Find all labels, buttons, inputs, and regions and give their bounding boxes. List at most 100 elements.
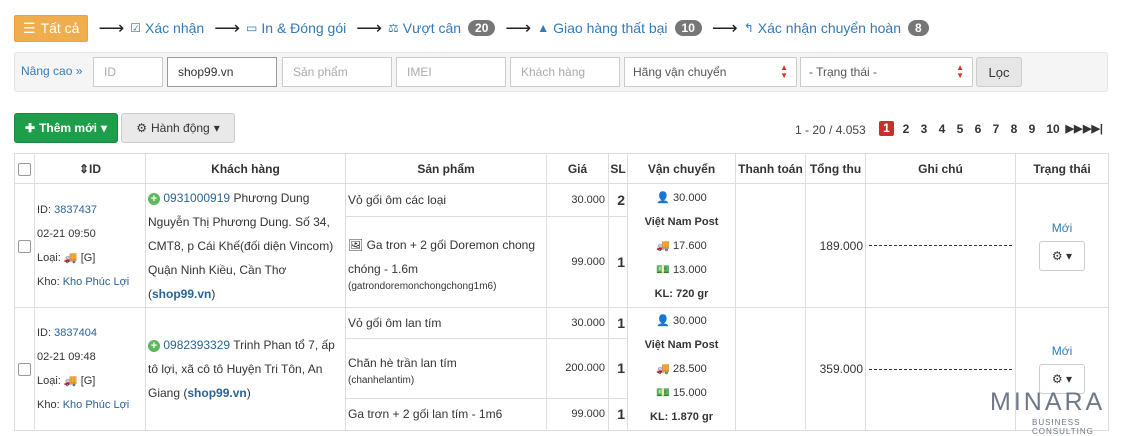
add-circle-icon[interactable]: + [148,340,160,352]
carrier-name: Việt Nam Post [644,215,719,228]
store-link[interactable]: Kho Phúc Lợi [63,276,130,288]
step-label: In & Đóng gói [261,20,347,36]
id-label: ID: [37,327,52,339]
header-customer: Khách hàng [145,153,346,184]
step-print-pack[interactable]: ▭ In & Đóng gói [246,20,346,36]
store-label: Kho: [37,399,60,411]
row-checkbox[interactable] [18,239,31,253]
status-select[interactable]: - Trạng thái - ▲ ▼ [800,57,973,87]
add-new-label: Thêm mới [39,121,97,135]
cod-fee: 13.000 [673,263,707,276]
user-icon: 👤 [656,191,670,204]
type-label: Loại: [37,251,61,264]
status-link[interactable]: Mới [1017,344,1107,358]
note-cell[interactable] [865,183,1016,308]
menu-icon: ☰ [23,19,36,36]
page-link[interactable]: 4 [933,122,951,136]
add-new-button[interactable]: ✚ Thêm mới ▾ [14,113,118,143]
store-link[interactable]: Kho Phúc Lợi [63,399,130,411]
all-orders-button[interactable]: ☰ Tất cả [14,14,89,42]
qty-cell: 1 [608,216,628,308]
customer-phone-link[interactable]: 0982393329 [163,338,230,352]
page-link-active[interactable]: 1 [879,121,894,136]
table-row: ID: 3837437 02-21 09:50 Loại: 🚚 [G] Kho:… [14,183,1109,308]
header-qty: SL [608,153,628,184]
header-id[interactable]: ⇕ID [34,153,146,184]
order-id-link[interactable]: 3837437 [54,204,97,216]
payment-cell [735,183,806,308]
status-cell: Mới ⚙ ▾ [1015,183,1109,308]
customer-name: Phương Dung [233,190,310,205]
row-checkbox[interactable] [18,363,31,377]
header-total: Tổng thu [805,153,866,184]
order-info-cell: ID: 3837437 02-21 09:50 Loại: 🚚 [G] Kho:… [34,183,146,308]
last-page-icon[interactable]: ▶▶| [1083,122,1103,135]
user-icon: 👤 [656,315,670,327]
advanced-label: Nâng cao [21,64,73,78]
id-input[interactable] [93,57,163,87]
price-cell: 30.000 [546,306,609,340]
carrier-name: Việt Nam Post [644,339,719,351]
shop-link[interactable]: shop99.vn [152,287,211,301]
note-editable-line[interactable] [869,368,1012,370]
page-link[interactable]: 9 [1023,122,1041,136]
double-chevron-down-icon: » [75,64,83,78]
header-id-label: ID [89,161,102,176]
row-actions-button[interactable]: ⚙ ▾ [1039,240,1085,271]
product-name: Vỏ gối ôm lan tím [348,316,442,331]
page-link[interactable]: 5 [951,122,969,136]
page-link[interactable]: 2 [897,122,915,136]
actions-dropdown-button[interactable]: ⚙ Hành động ▾ [121,113,235,143]
customer-phone-link[interactable]: 0931000919 [163,191,230,205]
page-link[interactable]: 7 [987,122,1005,136]
select-all-header [14,153,35,184]
shop-link[interactable]: shop99.vn [187,386,246,400]
status-link[interactable]: Mới [1017,221,1107,235]
image-icon[interactable]: 🖼 [348,238,363,252]
id-label: ID: [37,203,52,216]
page-link[interactable]: 3 [915,122,933,136]
select-all-checkbox[interactable] [18,162,31,176]
gear-icon: ⚙ [1051,248,1063,263]
order-type: [G] [80,251,96,264]
total-cell: 189.000 [805,183,866,308]
shop-input[interactable] [167,57,277,87]
product-cell: Ga trơn + 2 gối lan tím - 1m6 [345,397,547,432]
product-input[interactable] [282,57,392,87]
page-link[interactable]: 8 [1005,122,1023,136]
product-name: Chăn hè trần lan tím [348,355,457,370]
pagination: 1 2 3 4 5 6 7 8 9 10 ▶▶ ▶▶| [879,121,1103,136]
order-id-link[interactable]: 3837404 [54,327,97,339]
header-payment: Thanh toán [735,153,806,184]
step-confirm-return[interactable]: ↰ Xác nhận chuyển hoàn 8 [744,20,929,36]
weight: KL: 1.870 gr [650,411,713,423]
store-label: Kho: [37,275,60,288]
shipping-cell: 👤 30.000 Việt Nam Post 🚚 28.500 💵 15.000… [627,307,736,431]
qty-cell: 1 [608,306,628,340]
carrier-select[interactable]: Hãng vận chuyển ▲ ▼ [624,57,797,87]
step-confirm[interactable]: ☑ Xác nhận [130,20,204,36]
order-info-cell: ID: 3837404 02-21 09:48 Loại: 🚚 [G] Kho:… [34,307,146,431]
page-link[interactable]: 10 [1041,122,1065,136]
step-label: Giao hàng thất bại [553,20,668,36]
order-datetime: 02-21 09:48 [37,351,96,363]
price-cell: 200.000 [546,338,609,399]
customer-cell: + 0982393329 Trinh Phan tổ 7, ấp tô lợi,… [145,307,346,431]
customer-name: Trinh Phan [233,338,292,352]
advanced-filter-toggle[interactable]: Nâng cao » [21,64,82,78]
step-delivery-failed[interactable]: ▲ Giao hàng thất bại 10 [537,20,702,36]
product-name: Vỏ gối ôm các loại [348,193,447,207]
filter-button[interactable]: Lọc [976,57,1022,87]
customer-input[interactable] [510,57,620,87]
order-type: [G] [80,375,96,387]
next-page-icon[interactable]: ▶▶ [1065,122,1083,135]
step-overweight[interactable]: ⚖ Vượt cân 20 [388,20,496,36]
customer-cell: + 0931000919 Phương Dung Nguyễn Thị Phươ… [145,183,346,308]
add-circle-icon[interactable]: + [148,192,160,205]
gears-icon: ⚙ [136,121,147,135]
page-link[interactable]: 6 [969,122,987,136]
filter-bar: Nâng cao » Hãng vận chuyển ▲▼ - Trạng th… [14,52,1108,92]
sort-caret-icon: ▲ ▼ [780,63,788,80]
note-editable-line[interactable] [869,245,1012,246]
imei-input[interactable] [396,57,506,87]
